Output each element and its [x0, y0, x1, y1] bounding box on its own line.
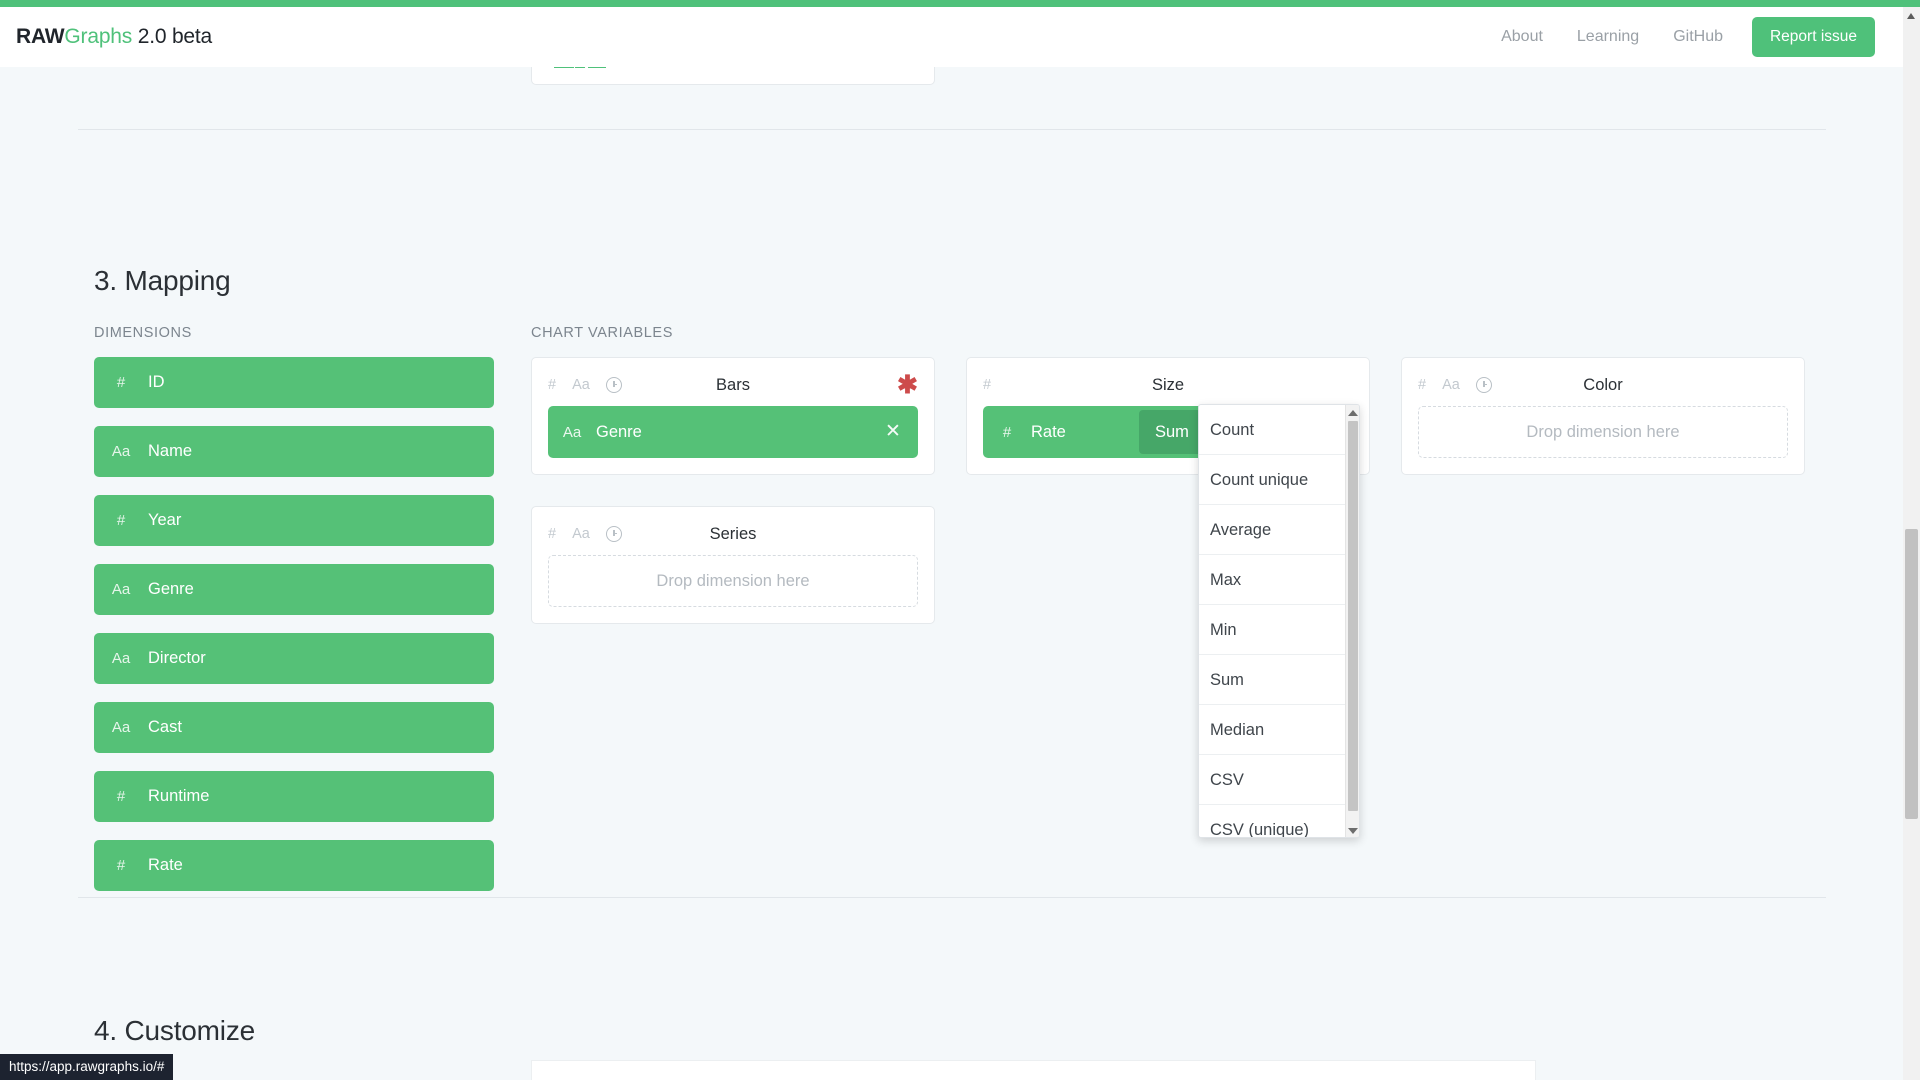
- nav-link-github[interactable]: GitHub: [1656, 17, 1740, 57]
- required-asterisk-icon: ✱: [897, 371, 918, 399]
- chart-variable-size-title: Size: [1151, 375, 1185, 394]
- divider-above-customize: [78, 897, 1826, 898]
- dimensions-list: # ID Aa Name # Year Aa Genre Aa Director…: [94, 357, 494, 909]
- dimension-label: Director: [148, 649, 206, 667]
- aggregator-options-dropdown[interactable]: Count Count unique Average Max Min Sum M…: [1198, 404, 1360, 838]
- type-text-icon: Aa: [572, 526, 590, 542]
- aggregator-option-csv[interactable]: CSV: [1199, 755, 1347, 805]
- mapped-dimension-label: Genre: [596, 422, 642, 441]
- dimension-runtime[interactable]: # Runtime: [94, 771, 494, 822]
- color-dropzone[interactable]: Drop dimension here: [1418, 406, 1788, 458]
- dropdown-scrollbar-thumb[interactable]: [1348, 421, 1358, 811]
- type-text-icon: Aa: [111, 581, 131, 598]
- page-scrollbar[interactable]: [1903, 7, 1920, 1080]
- dimension-year[interactable]: # Year: [94, 495, 494, 546]
- remove-dimension-icon[interactable]: ✕: [868, 406, 918, 458]
- dimension-label: Runtime: [148, 787, 210, 805]
- scroll-down-arrow-icon[interactable]: [1348, 828, 1358, 834]
- dimension-name[interactable]: Aa Name: [94, 426, 494, 477]
- chart-variable-color-header: # Aa Color: [1418, 372, 1788, 398]
- dimension-label: Cast: [148, 718, 182, 736]
- logo-graphs: Graphs: [64, 25, 133, 48]
- dimension-label: ID: [148, 373, 165, 391]
- chart-variable-series-header: # Aa Series: [548, 521, 918, 547]
- dimension-label: Year: [148, 511, 182, 529]
- type-number-icon: #: [116, 374, 126, 391]
- page-scroll-up-arrow-icon[interactable]: [1907, 13, 1915, 19]
- aggregator-option-median[interactable]: Median: [1199, 705, 1347, 755]
- type-number-icon: #: [116, 857, 126, 874]
- scroll-up-arrow-icon[interactable]: [1348, 410, 1358, 416]
- logo-version: 2.0 beta: [137, 25, 213, 48]
- chart-preview[interactable]: 2,000 Rate [sum]: [531, 1060, 1536, 1080]
- type-text-icon: Aa: [1442, 377, 1460, 393]
- mapping-section-title: 3. Mapping: [94, 265, 231, 296]
- chart-variable-bars-header: # Aa Bars ✱: [548, 372, 918, 398]
- dimension-id[interactable]: # ID: [94, 357, 494, 408]
- aggregator-options-list: Count Count unique Average Max Min Sum M…: [1199, 405, 1347, 837]
- dimension-genre[interactable]: Aa Genre: [94, 564, 494, 615]
- dimension-label: Name: [148, 442, 193, 460]
- accepted-types-color: # Aa: [1418, 377, 1492, 393]
- dropdown-scrollbar[interactable]: [1345, 405, 1359, 837]
- dimensions-column-label: DIMENSIONS: [94, 325, 192, 341]
- aggregator-option-csv-unique[interactable]: CSV (unique): [1199, 805, 1347, 837]
- mapped-dimension-label: Rate: [1031, 422, 1066, 441]
- aggregator-option-count-unique[interactable]: Count unique: [1199, 455, 1347, 505]
- nav-link-about[interactable]: About: [1484, 17, 1560, 57]
- type-text-icon: Aa: [111, 443, 131, 460]
- app-page: RAWGraphs 2.0 beta About Learning GitHub…: [0, 0, 1920, 1080]
- report-issue-button[interactable]: Report issue: [1751, 17, 1875, 57]
- type-text-icon: Aa: [111, 719, 131, 736]
- type-date-clock-icon: [1475, 377, 1492, 393]
- chart-variable-color[interactable]: # Aa Color Drop dimension here: [1401, 357, 1805, 475]
- mapped-dimension-chip-genre[interactable]: Aa Genre ✕: [548, 406, 918, 458]
- type-number-icon: #: [548, 377, 557, 393]
- type-text-icon: Aa: [572, 377, 590, 393]
- divider-above-mapping: [78, 129, 1826, 130]
- dimension-director[interactable]: Aa Director: [94, 633, 494, 684]
- page-body: Hierarchies, proportions 3. Mapping DIME…: [0, 25, 1903, 1080]
- customize-section-title: 4. Customize: [94, 1015, 255, 1046]
- chart-variable-size-header: # Size: [983, 372, 1353, 398]
- type-number-icon: #: [116, 788, 126, 805]
- aggregator-option-sum[interactable]: Sum: [1199, 655, 1347, 705]
- type-text-icon: Aa: [111, 650, 131, 667]
- top-accent-bar: [0, 0, 1920, 7]
- status-bar-url: https://app.rawgraphs.io/#: [0, 1054, 174, 1080]
- accepted-types-bars: # Aa: [548, 377, 622, 393]
- header-nav: About Learning GitHub Report issue: [1484, 17, 1875, 57]
- app-logo[interactable]: RAWGraphs 2.0 beta: [16, 25, 212, 49]
- aggregator-option-max[interactable]: Max: [1199, 555, 1347, 605]
- accepted-types-series: # Aa: [548, 526, 622, 542]
- nav-link-learning[interactable]: Learning: [1560, 17, 1656, 57]
- accepted-types-size: #: [983, 377, 991, 393]
- series-dropzone-placeholder: Drop dimension here: [656, 571, 810, 590]
- type-text-icon: Aa: [562, 423, 582, 441]
- chart-variable-bars[interactable]: # Aa Bars ✱ Aa Genre ✕: [531, 357, 935, 475]
- aggregator-option-count[interactable]: Count: [1199, 405, 1347, 455]
- page-scrollbar-thumb[interactable]: [1905, 529, 1918, 819]
- color-dropzone-placeholder: Drop dimension here: [1526, 422, 1680, 441]
- dimension-label: Rate: [148, 856, 183, 874]
- dimension-rate[interactable]: # Rate: [94, 840, 494, 891]
- type-number-icon: #: [1002, 423, 1012, 441]
- type-date-clock-icon: [605, 377, 622, 393]
- chart-variables-column-label: CHART VARIABLES: [531, 325, 673, 341]
- chart-variable-series[interactable]: # Aa Series Drop dimension here: [531, 506, 935, 624]
- aggregator-current-value: Sum: [1154, 422, 1189, 441]
- type-date-clock-icon: [605, 526, 622, 542]
- type-number-icon: #: [116, 512, 126, 529]
- dimension-cast[interactable]: Aa Cast: [94, 702, 494, 753]
- logo-raw: RAW: [16, 25, 65, 48]
- app-header: RAWGraphs 2.0 beta About Learning GitHub…: [0, 7, 1903, 67]
- aggregator-option-min[interactable]: Min: [1199, 605, 1347, 655]
- type-number-icon: #: [548, 526, 557, 542]
- aggregator-option-average[interactable]: Average: [1199, 505, 1347, 555]
- type-number-icon: #: [1418, 377, 1427, 393]
- dimension-label: Genre: [148, 580, 194, 598]
- type-number-icon: #: [983, 377, 992, 393]
- series-dropzone[interactable]: Drop dimension here: [548, 555, 918, 607]
